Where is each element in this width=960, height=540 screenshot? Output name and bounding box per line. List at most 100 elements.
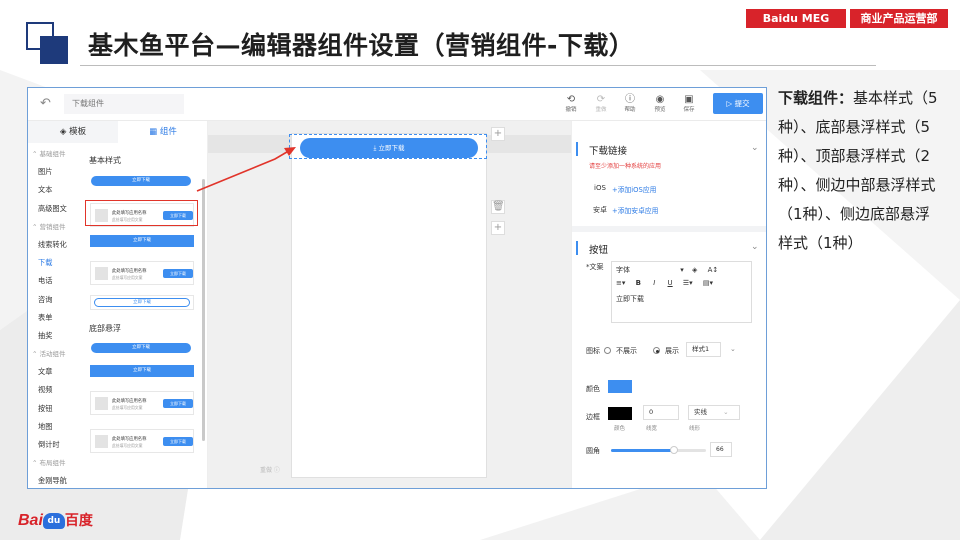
icon-hide-label: 不展示 bbox=[616, 347, 637, 355]
align-icon[interactable]: ≡▾ bbox=[616, 279, 625, 287]
app-image-placeholder bbox=[95, 435, 108, 448]
undo-button[interactable]: ⟲ 撤销 bbox=[558, 94, 584, 114]
preview-button[interactable]: ◉ 预览 bbox=[647, 94, 673, 114]
nav-item[interactable]: 电话 bbox=[28, 272, 84, 290]
component-bottom-rect[interactable]: 立即下载 bbox=[90, 365, 194, 377]
back-icon[interactable]: ↶ bbox=[40, 96, 51, 111]
phone-preview: ⤓ 立即下载 bbox=[289, 133, 487, 478]
border-color-swatch[interactable] bbox=[608, 407, 632, 420]
redo-icon: ⟳ bbox=[596, 94, 606, 105]
add-icon[interactable]: + bbox=[491, 127, 505, 141]
button-color-swatch[interactable] bbox=[608, 380, 632, 393]
icon-hide-radio[interactable] bbox=[604, 347, 611, 354]
add-icon[interactable]: + bbox=[491, 221, 505, 235]
submit-button[interactable]: ▷ 提交 bbox=[713, 93, 763, 114]
baidu-logo: Bai du 百度 bbox=[18, 512, 93, 529]
radius-value-input[interactable]: 66 bbox=[710, 442, 732, 457]
send-icon: ▷ bbox=[726, 99, 733, 108]
radius-label: 圆角 bbox=[586, 447, 600, 455]
chevron-down-icon[interactable]: ⌄ bbox=[751, 242, 759, 252]
chevron-down-icon[interactable]: ⌄ bbox=[751, 143, 759, 153]
bold-icon[interactable]: B bbox=[636, 279, 641, 287]
radius-slider-handle[interactable] bbox=[669, 446, 678, 454]
table-icon[interactable]: ▤▾ bbox=[703, 279, 713, 287]
page-canvas: ⤓ 立即下载 + 🗑 + 重做 ⓘ bbox=[208, 121, 571, 488]
copy-label: *文案 bbox=[586, 263, 604, 271]
title-logo-squares bbox=[26, 22, 70, 66]
chevron-down-icon[interactable]: ⌄ bbox=[730, 345, 736, 353]
component-bottom-card[interactable]: 此处填写应用名称 此处填写应用文案 立即下载 bbox=[90, 391, 194, 415]
component-download-pill[interactable]: 立即下载 bbox=[91, 176, 191, 186]
title-divider bbox=[80, 65, 876, 66]
rich-text-editor[interactable]: 字体 ▾ ◈ A↕ ≡▾ B I U ☰▾ ▤▾ 立即下载 bbox=[611, 261, 752, 323]
canvas-hint: 重做 ⓘ bbox=[260, 467, 280, 474]
app-image-placeholder bbox=[95, 397, 108, 410]
nav-item[interactable]: 咨询 bbox=[28, 291, 84, 309]
nav-item[interactable]: 地图 bbox=[28, 418, 84, 436]
help-button[interactable]: ⓘ 帮助 bbox=[617, 94, 643, 114]
editor-screenshot: ↶ ⟲ 撤销 ⟳ 重做 ⓘ 帮助 ◉ 预览 ▣ 保存 ▷ 提交 ◈ bbox=[27, 87, 767, 489]
delete-icon[interactable]: 🗑 bbox=[491, 200, 505, 214]
preview-icon: ◉ bbox=[655, 94, 665, 105]
radius-slider-fill bbox=[611, 449, 674, 452]
nav-group-header: ⌃ 布局组件 bbox=[32, 459, 66, 468]
underline-icon[interactable]: U bbox=[668, 279, 673, 287]
border-width-caption: 线宽 bbox=[646, 426, 658, 432]
save-button[interactable]: ▣ 保存 bbox=[676, 94, 702, 114]
fill-color-icon[interactable]: ◈ bbox=[692, 266, 697, 274]
component-category-nav: ⌃ 基础组件 图片 文本 高级图文 ⌃ 营销组件 线索转化 下载 电话 咨询 表单 抽奖 ⌃ 活动组件… bbox=[28, 145, 84, 488]
nav-item[interactable]: 视频 bbox=[28, 381, 84, 399]
nav-item[interactable]: 文本 bbox=[28, 181, 84, 199]
component-download-card[interactable]: 此处填写应用名称 此处填写应用文案 立即下载 bbox=[90, 261, 194, 285]
android-label: 安卓 bbox=[593, 206, 607, 214]
component-bottom-card[interactable]: 此处填写应用名称 此处填写应用文案 立即下载 bbox=[90, 429, 194, 453]
font-size-icon[interactable]: A↕ bbox=[708, 266, 719, 274]
nav-item[interactable]: 金刚导航 bbox=[28, 472, 84, 488]
tab-components[interactable]: ▦ 组件 bbox=[118, 121, 208, 143]
add-android-app-link[interactable]: +添加安卓应用 bbox=[612, 205, 658, 215]
add-ios-app-link[interactable]: +添加iOS应用 bbox=[612, 184, 656, 194]
nav-item[interactable]: 按钮 bbox=[28, 400, 84, 418]
icon-show-radio[interactable] bbox=[653, 347, 660, 354]
download-hint: 请至少添加一种系统的应用 bbox=[589, 163, 662, 170]
chevron-down-icon: ⌄ bbox=[723, 408, 729, 416]
nav-item[interactable]: 倒计时 bbox=[28, 436, 84, 454]
nav-item[interactable]: 文章 bbox=[28, 363, 84, 381]
nav-item[interactable]: 高级图文 bbox=[28, 200, 84, 218]
border-style-select[interactable]: 实线 ⌄ bbox=[688, 405, 740, 420]
download-link-heading: 下载链接 bbox=[589, 146, 628, 157]
nav-item[interactable]: 表单 bbox=[28, 309, 84, 327]
redo-button[interactable]: ⟳ 重做 bbox=[588, 94, 614, 114]
component-list-scrollbar[interactable] bbox=[202, 179, 205, 441]
icon-style-select[interactable]: 样式1 bbox=[686, 342, 721, 357]
page-title-input[interactable] bbox=[64, 94, 184, 114]
nav-item[interactable]: 下载 bbox=[28, 254, 84, 272]
editor-content[interactable]: 立即下载 bbox=[616, 294, 644, 304]
nav-item[interactable]: 抽奖 bbox=[28, 327, 84, 345]
component-download-outline[interactable]: 立即下载 bbox=[90, 295, 194, 310]
component-list: 基本样式 立即下载 此处填写应用名称 此处填写应用文案 立即下载 立即下载 此处… bbox=[84, 143, 202, 488]
section-basic-style: 基本样式 bbox=[89, 156, 121, 165]
canvas-download-button[interactable]: ⤓ 立即下载 bbox=[300, 138, 478, 158]
nav-group-header: ⌃ 活动组件 bbox=[32, 350, 66, 359]
font-select[interactable]: 字体 ▾ ◈ A↕ bbox=[616, 265, 718, 275]
border-width-input[interactable]: 0 bbox=[643, 405, 679, 420]
badge-baidu-meg: Baidu MEG bbox=[746, 9, 849, 28]
settings-panel: 下载链接 ⌄ 请至少添加一种系统的应用 iOS +添加iOS应用 安卓 +添加安… bbox=[571, 121, 766, 488]
component-bottom-pill[interactable]: 立即下载 bbox=[91, 343, 191, 353]
component-download-rect[interactable]: 立即下载 bbox=[90, 235, 194, 247]
radius-slider[interactable] bbox=[611, 446, 706, 454]
tab-templates[interactable]: ◈ 模板 bbox=[28, 121, 118, 143]
grid-icon: ▦ bbox=[149, 127, 158, 137]
italic-icon[interactable]: I bbox=[653, 279, 655, 287]
download-icon: ⤓ bbox=[373, 144, 377, 152]
feature-description: 下载组件：基本样式（5种）、底部悬浮样式（5种）、顶部悬浮样式（2种）、侧边中部… bbox=[778, 89, 938, 252]
slide-title: 基木鱼平台—编辑器组件设置（营销组件-下载） bbox=[88, 31, 635, 60]
nav-group-header: ⌃ 营销组件 bbox=[32, 222, 66, 231]
list-icon[interactable]: ☰▾ bbox=[683, 279, 693, 287]
button-heading: 按钮 bbox=[589, 245, 609, 256]
nav-item[interactable]: 线索转化 bbox=[28, 236, 84, 254]
canvas-selected-outline[interactable]: ⤓ 立即下载 bbox=[289, 134, 487, 159]
border-color-caption: 颜色 bbox=[614, 426, 626, 432]
nav-item[interactable]: 图片 bbox=[28, 163, 84, 181]
